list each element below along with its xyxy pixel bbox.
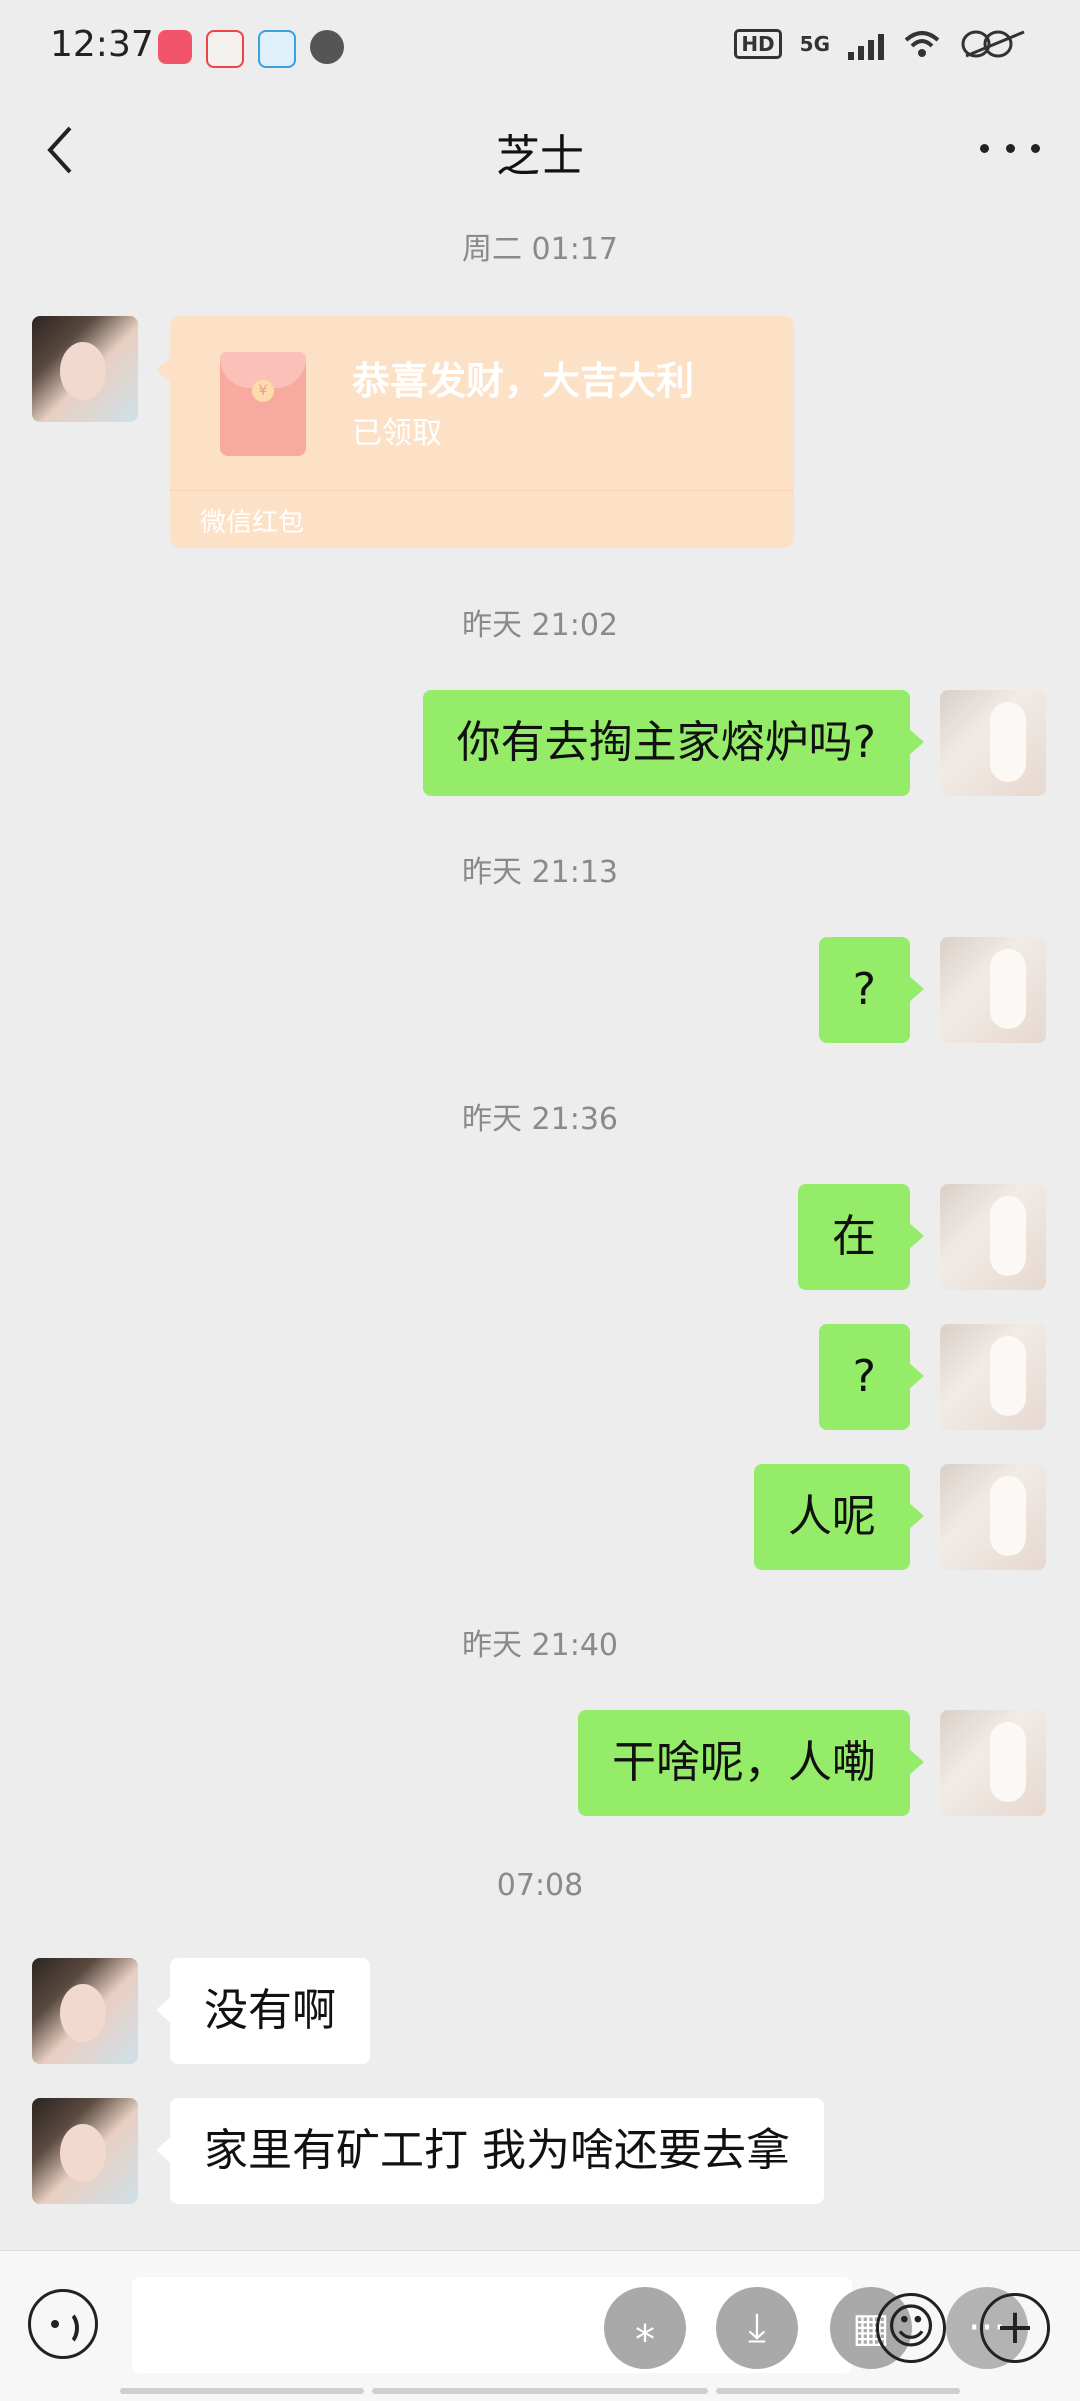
my-avatar[interactable] (940, 937, 1046, 1043)
app-notification-icon (258, 30, 296, 68)
timestamp: 昨天 21:40 (462, 1628, 618, 1663)
my-avatar[interactable] (940, 1184, 1046, 1290)
status-time: 12:37 (50, 24, 154, 65)
app-notification-icon (206, 30, 244, 68)
my-message-bubble[interactable]: ? (818, 1324, 925, 1430)
my-avatar[interactable] (940, 1324, 1046, 1430)
timestamp: 07:08 (496, 1868, 584, 1903)
voice-input-icon[interactable] (28, 2289, 98, 2359)
nav-indicator (716, 2388, 960, 2394)
red-packet-message[interactable]: ¥ 恭喜发财，大吉大利 已领取 微信红包 (156, 316, 794, 548)
input-bar: ⁎ ⤓ ▦ ☺ ··· + (0, 2250, 1080, 2401)
add-icon[interactable]: + (980, 2293, 1050, 2363)
timestamp: 昨天 21:02 (462, 608, 618, 643)
my-message-bubble[interactable]: 干啥呢，人嘞 (578, 1710, 924, 1816)
chat-title: 芝士 (496, 131, 584, 182)
battery-icon (961, 30, 1025, 58)
app-notification-icon (310, 30, 344, 64)
contact-avatar[interactable] (32, 1958, 138, 2064)
app-notification-icon (158, 30, 192, 64)
my-message-bubble[interactable]: 人呢 (754, 1464, 924, 1570)
my-message-bubble[interactable]: 在 (798, 1184, 924, 1290)
system-icons: HD 5G (734, 28, 1030, 60)
my-avatar[interactable] (940, 690, 1046, 796)
more-options-icon[interactable] (980, 128, 1040, 168)
my-avatar[interactable] (940, 1464, 1046, 1570)
shortcut-icon[interactable]: ⁎ (604, 2287, 686, 2369)
signal-icon (848, 28, 884, 60)
nav-indicator (372, 2388, 708, 2394)
my-message-bubble[interactable]: ? (818, 937, 925, 1043)
timestamp: 昨天 21:13 (462, 855, 618, 890)
nav-indicator (120, 2388, 364, 2394)
timestamp: 周二 01:17 (462, 232, 618, 267)
status-bar: 12:37 HD 5G (0, 0, 1080, 100)
coin-icon: ¥ (252, 380, 274, 402)
hd-icon: HD (734, 29, 782, 59)
their-message-bubble[interactable]: 家里有矿工打 我为啥还要去拿 (156, 2098, 824, 2204)
contact-avatar[interactable] (32, 2098, 138, 2204)
red-packet-icon: ¥ (220, 352, 306, 456)
emoji-icon[interactable]: ☺ (876, 2293, 946, 2363)
network-label: 5G (799, 32, 830, 56)
chat-header: 芝士 (0, 100, 1080, 200)
wifi-icon (904, 31, 940, 57)
my-avatar[interactable] (940, 1710, 1046, 1816)
contact-avatar[interactable] (32, 316, 138, 422)
my-message-bubble[interactable]: 你有去掏主家熔炉吗? (422, 690, 925, 796)
download-icon[interactable]: ⤓ (716, 2287, 798, 2369)
red-packet-title: 恭喜发财，大吉大利 (352, 359, 695, 403)
divider (170, 490, 794, 491)
their-message-bubble[interactable]: 没有啊 (156, 1958, 370, 2064)
red-packet-status: 已领取 (352, 416, 442, 451)
timestamp: 昨天 21:36 (462, 1102, 618, 1137)
red-packet-footer: 微信红包 (200, 508, 305, 538)
notification-icons (158, 30, 344, 68)
